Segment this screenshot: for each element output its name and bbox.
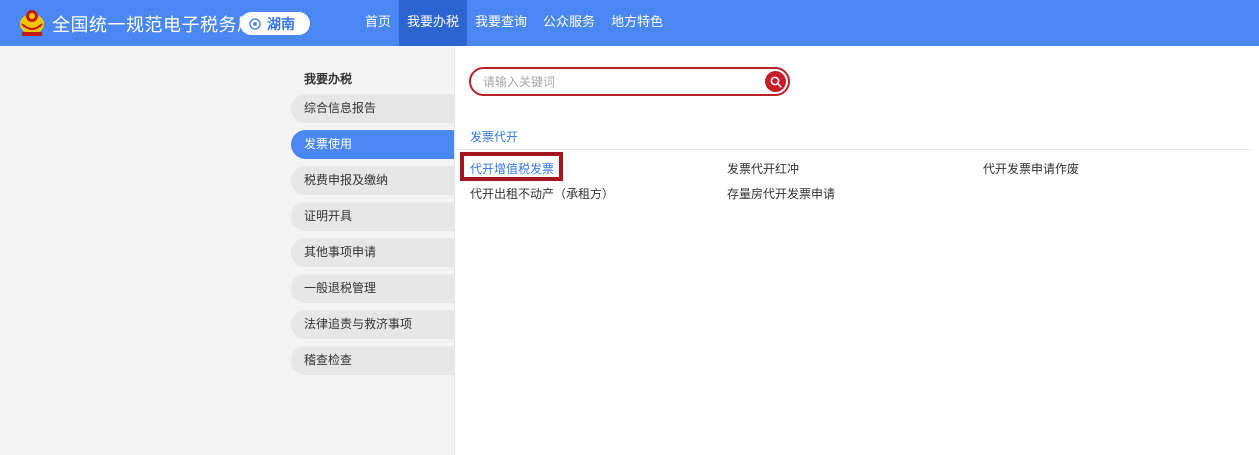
- section-title-invoice-issuance: 发票代开: [470, 130, 519, 144]
- top-header: 全国统一规范电子税务局 湖南 首页 我要办税 我要查询 公众服务 地方特色: [0, 0, 1259, 46]
- sidebar-item-tax-refund[interactable]: 一般退税管理: [291, 274, 454, 303]
- tax-emblem-icon[interactable]: [18, 8, 46, 38]
- sidebar-item-declaration-payment[interactable]: 税费申报及缴纳: [291, 166, 454, 195]
- region-selector[interactable]: 湖南: [240, 12, 310, 35]
- section-divider: [455, 149, 1251, 150]
- link-invoice-red-reversal[interactable]: 发票代开红冲: [727, 160, 799, 177]
- link-void-invoice-request[interactable]: 代开发票申请作废: [983, 160, 1079, 177]
- link-existing-housing-invoice[interactable]: 存量房代开发票申请: [727, 185, 835, 202]
- search-icon: [770, 76, 782, 88]
- region-label: 湖南: [267, 16, 295, 33]
- search-input[interactable]: [483, 73, 753, 91]
- link-rental-property-invoice[interactable]: 代开出租不动产（承租方）: [470, 185, 614, 202]
- sidebar-item-legal-remedy[interactable]: 法律追责与救济事项: [291, 310, 454, 339]
- sidebar-title: 我要办税: [304, 72, 353, 86]
- nav-public-service[interactable]: 公众服务: [535, 0, 603, 46]
- site-title[interactable]: 全国统一规范电子税务局: [52, 11, 256, 37]
- sidebar-divider: [454, 46, 455, 455]
- selection-highlight: [460, 152, 563, 181]
- sidebar-item-invoice-use[interactable]: 发票使用: [291, 130, 454, 159]
- sidebar-item-certificate[interactable]: 证明开具: [291, 202, 454, 231]
- sidebar-item-info-report[interactable]: 综合信息报告: [291, 94, 454, 123]
- search-button[interactable]: [765, 71, 786, 92]
- search-box: [469, 67, 790, 96]
- nav-tax-handling[interactable]: 我要办税: [399, 0, 468, 46]
- location-pin-icon: [249, 17, 261, 30]
- nav-local-features[interactable]: 地方特色: [603, 0, 671, 46]
- nav-query[interactable]: 我要查询: [467, 0, 535, 46]
- sidebar-item-other-requests[interactable]: 其他事项申请: [291, 238, 454, 267]
- main-nav: 首页 我要办税 我要查询 公众服务 地方特色: [357, 0, 671, 46]
- sidebar-item-inspection[interactable]: 稽查检查: [291, 346, 454, 375]
- nav-home[interactable]: 首页: [357, 0, 399, 46]
